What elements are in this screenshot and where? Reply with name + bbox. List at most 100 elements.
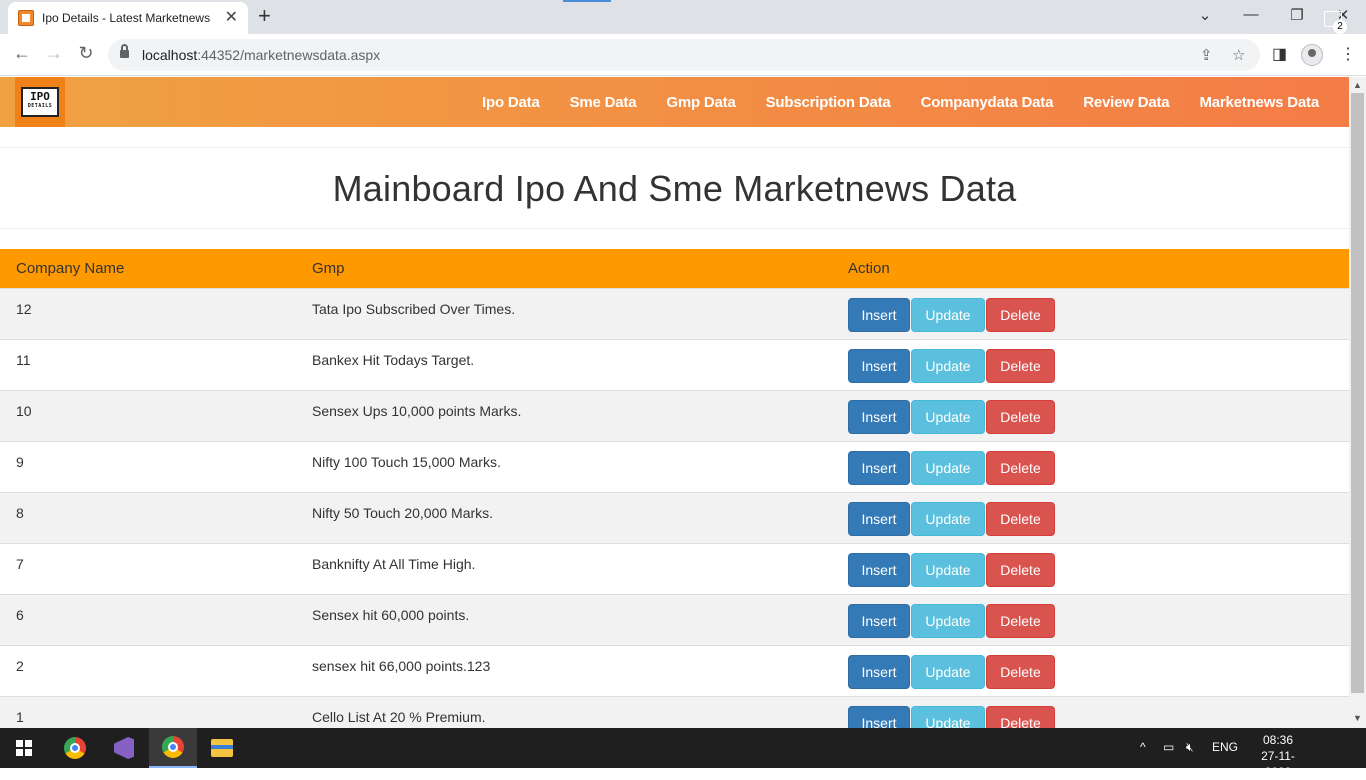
company-name-cell: 6 — [0, 593, 296, 645]
action-cell: Insert Update Delete — [832, 593, 1349, 645]
clock-date: 27-11-2023 — [1261, 749, 1295, 779]
table-row: 1 Cello List At 20 % Premium. Insert Update… — [0, 695, 1349, 728]
company-name-cell: 12 — [0, 287, 296, 339]
new-tab-icon[interactable]: + — [258, 5, 271, 27]
delete-button[interactable]: Delete — [986, 348, 1055, 383]
minimize-icon[interactable]: — — [1241, 6, 1261, 23]
browser-tabstrip: Ipo Details - Latest Marketnews ✕ + ⌄ — … — [0, 0, 1366, 34]
nav-companydata-data[interactable]: Companydata Data — [921, 94, 1054, 111]
insert-button[interactable]: Insert — [848, 705, 910, 728]
scroll-down-icon[interactable]: ▼ — [1353, 713, 1362, 723]
share-icon[interactable]: ⇪ — [1200, 46, 1213, 64]
lock-icon[interactable] — [120, 44, 129, 59]
update-button[interactable]: Update — [911, 399, 985, 434]
action-cell: Insert Update Delete — [832, 287, 1349, 339]
delete-button[interactable]: Delete — [986, 501, 1055, 536]
site-logo[interactable]: IPO DETAILS — [15, 77, 65, 127]
delete-button[interactable]: Delete — [986, 654, 1055, 689]
taskbar-visual-studio[interactable] — [100, 728, 148, 768]
insert-button[interactable]: Insert — [848, 552, 910, 587]
insert-button[interactable]: Insert — [848, 399, 910, 434]
close-tab-icon[interactable]: ✕ — [225, 9, 238, 27]
company-name-cell: 10 — [0, 389, 296, 441]
forward-icon[interactable]: → — [42, 43, 66, 64]
back-icon[interactable]: ← — [10, 43, 34, 64]
table-row: 6 Sensex hit 60,000 points. Insert Update De… — [0, 593, 1349, 645]
logo-badge: IPO DETAILS — [21, 87, 59, 117]
reload-icon[interactable]: ↻ — [74, 43, 98, 64]
menu-dots-icon[interactable]: ⋮ — [1340, 44, 1356, 64]
insert-button[interactable]: Insert — [848, 501, 910, 536]
language-indicator[interactable]: ENG — [1212, 740, 1238, 754]
delete-button[interactable]: Delete — [986, 705, 1055, 728]
insert-button[interactable]: Insert — [848, 297, 910, 332]
windows-start-icon[interactable] — [16, 740, 32, 756]
taskbar-chrome-2[interactable] — [149, 728, 197, 768]
table-row: 9 Nifty 100 Touch 15,000 Marks. Insert Upda… — [0, 440, 1349, 492]
delete-button[interactable]: Delete — [986, 603, 1055, 638]
update-button[interactable]: Update — [911, 348, 985, 383]
side-panel-icon[interactable]: ◨ — [1272, 44, 1287, 64]
table-header-row: Company Name Gmp Action — [0, 249, 1349, 288]
insert-button[interactable]: Insert — [848, 603, 910, 638]
insert-button[interactable]: Insert — [848, 348, 910, 383]
update-button[interactable]: Update — [911, 705, 985, 728]
action-cell: Insert Update Delete — [832, 389, 1349, 441]
nav-subscription-data[interactable]: Subscription Data — [766, 94, 891, 111]
company-name-cell: 8 — [0, 491, 296, 543]
update-button[interactable]: Update — [911, 297, 985, 332]
insert-button[interactable]: Insert — [848, 654, 910, 689]
site-navbar: IPO DETAILS Ipo Data Sme Data Gmp Data Su… — [0, 77, 1349, 127]
action-cell: Insert Update Delete — [832, 542, 1349, 594]
update-button[interactable]: Update — [911, 552, 985, 587]
update-button[interactable]: Update — [911, 501, 985, 536]
insert-button[interactable]: Insert — [848, 450, 910, 485]
gmp-cell: Banknifty At All Time High. — [296, 542, 832, 594]
visual-studio-icon — [114, 737, 134, 759]
nav-review-data[interactable]: Review Data — [1083, 94, 1169, 111]
table-row: 7 Banknifty At All Time High. Insert Update… — [0, 542, 1349, 594]
gmp-cell: Tata Ipo Subscribed Over Times. — [296, 287, 832, 339]
header-action: Action — [832, 249, 1349, 288]
profile-avatar-icon[interactable] — [1301, 44, 1323, 66]
delete-button[interactable]: Delete — [986, 450, 1055, 485]
bookmark-star-icon[interactable]: ☆ — [1232, 46, 1245, 64]
nav-links: Ipo Data Sme Data Gmp Data Subscription … — [452, 77, 1319, 127]
action-cell: Insert Update Delete — [832, 440, 1349, 492]
restore-icon[interactable]: ❐ — [1287, 6, 1307, 24]
tray-chevron-icon[interactable]: ^ — [1140, 740, 1146, 754]
network-icon[interactable]: ▭ — [1163, 740, 1174, 754]
update-button[interactable]: Update — [911, 450, 985, 485]
page-scrollbar[interactable]: ▲ ▼ — [1349, 77, 1366, 728]
url-text[interactable]: localhost:44352/marketnewsdata.aspx — [142, 47, 380, 63]
scroll-up-icon[interactable]: ▲ — [1353, 80, 1362, 90]
nav-ipo-data[interactable]: Ipo Data — [482, 94, 540, 111]
table-body: 12 Tata Ipo Subscribed Over Times. Insert U… — [0, 287, 1349, 728]
nav-marketnews-data[interactable]: Marketnews Data — [1199, 94, 1319, 111]
header-gmp: Gmp — [296, 249, 832, 288]
action-cell: Insert Update Delete — [832, 338, 1349, 390]
table-row: 8 Nifty 50 Touch 20,000 Marks. Insert Updat… — [0, 491, 1349, 543]
volume-muted-icon[interactable]: 🔇︎ — [1186, 740, 1194, 755]
taskbar-file-explorer[interactable] — [198, 728, 246, 768]
company-name-cell: 9 — [0, 440, 296, 492]
address-bar[interactable]: localhost:44352/marketnewsdata.aspx ⇪ ☆ — [108, 39, 1260, 71]
update-button[interactable]: Update — [911, 603, 985, 638]
tab-search-icon[interactable]: ⌄ — [1195, 6, 1215, 24]
taskbar-chrome-1[interactable] — [51, 728, 99, 768]
nav-gmp-data[interactable]: Gmp Data — [666, 94, 735, 111]
site-favicon-icon — [18, 10, 34, 26]
table-row: 11 Bankex Hit Todays Target. Insert Update D… — [0, 338, 1349, 390]
clock[interactable]: 08:36 27-11-2023 — [1248, 732, 1308, 780]
browser-tab[interactable]: Ipo Details - Latest Marketnews ✕ — [8, 2, 248, 34]
update-button[interactable]: Update — [911, 654, 985, 689]
delete-button[interactable]: Delete — [986, 552, 1055, 587]
windows-taskbar: ^ ▭ 🔇︎ ENG 08:36 27-11-2023 — [0, 728, 1366, 779]
scroll-thumb[interactable] — [1351, 93, 1364, 693]
action-cell: Insert Update Delete — [832, 695, 1349, 728]
gmp-cell: Sensex hit 60,000 points. — [296, 593, 832, 645]
chrome-icon — [162, 736, 184, 758]
nav-sme-data[interactable]: Sme Data — [570, 94, 637, 111]
delete-button[interactable]: Delete — [986, 297, 1055, 332]
delete-button[interactable]: Delete — [986, 399, 1055, 434]
